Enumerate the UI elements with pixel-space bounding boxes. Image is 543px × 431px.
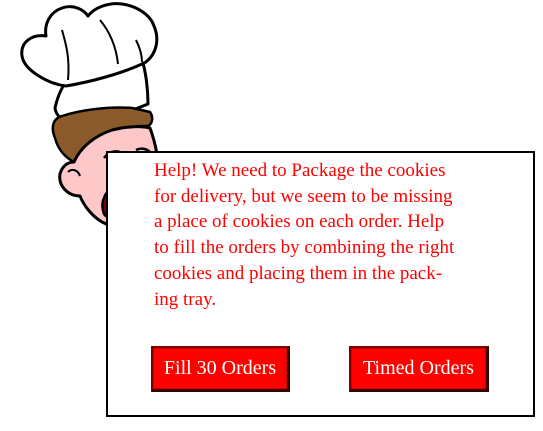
fill-30-orders-button[interactable]: Fill 30 Orders [151,346,290,392]
timed-orders-button[interactable]: Timed Orders [349,346,489,392]
dialog-message: Help! We need to Package the cookies for… [154,160,455,310]
